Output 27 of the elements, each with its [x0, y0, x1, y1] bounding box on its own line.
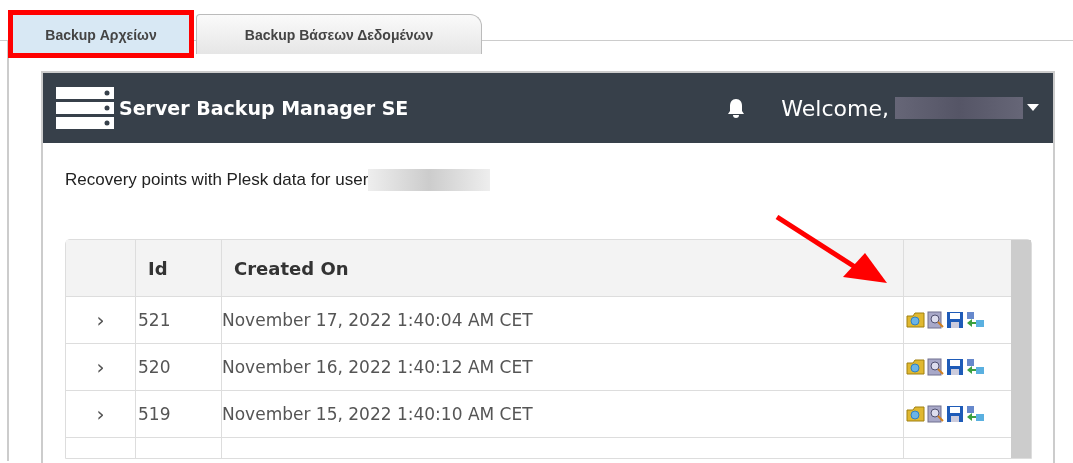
expand-button[interactable]: › [66, 391, 136, 437]
tab[interactable]: Backup Βάσεων Δεδομένων [196, 14, 482, 54]
table-cell: 519 [136, 391, 222, 437]
app-title: Server Backup Manager SE [119, 97, 410, 119]
bell-icon[interactable] [727, 98, 746, 118]
restore-icon[interactable] [965, 358, 985, 376]
restore-icon[interactable] [965, 405, 985, 423]
table-cell: 521 [136, 297, 222, 343]
table-cell: November 17, 2022 1:40:04 AM CET [222, 297, 904, 343]
scrollbar[interactable] [1011, 240, 1031, 458]
document-search-icon[interactable] [927, 358, 945, 376]
document-search-icon[interactable] [927, 311, 945, 329]
expand-button[interactable]: › [66, 344, 136, 390]
expand-button[interactable]: › [66, 297, 136, 343]
caret-icon[interactable] [1027, 104, 1039, 112]
folder-search-icon[interactable] [906, 405, 926, 423]
folder-search-icon[interactable] [906, 358, 926, 376]
table-cell: 520 [136, 344, 222, 390]
table-cell: November 15, 2022 1:40:10 AM CET [222, 391, 904, 437]
folder-search-icon[interactable] [906, 311, 926, 329]
column-header[interactable]: Id [136, 240, 222, 296]
document-search-icon[interactable] [927, 405, 945, 423]
restore-icon[interactable] [965, 311, 985, 329]
intro-text: Recovery points with Plesk data for user [65, 170, 369, 190]
welcome-text: Welcome, [781, 95, 889, 121]
server-rack-icon [55, 86, 115, 130]
table-cell: November 16, 2022 1:40:12 AM CET [222, 344, 904, 390]
